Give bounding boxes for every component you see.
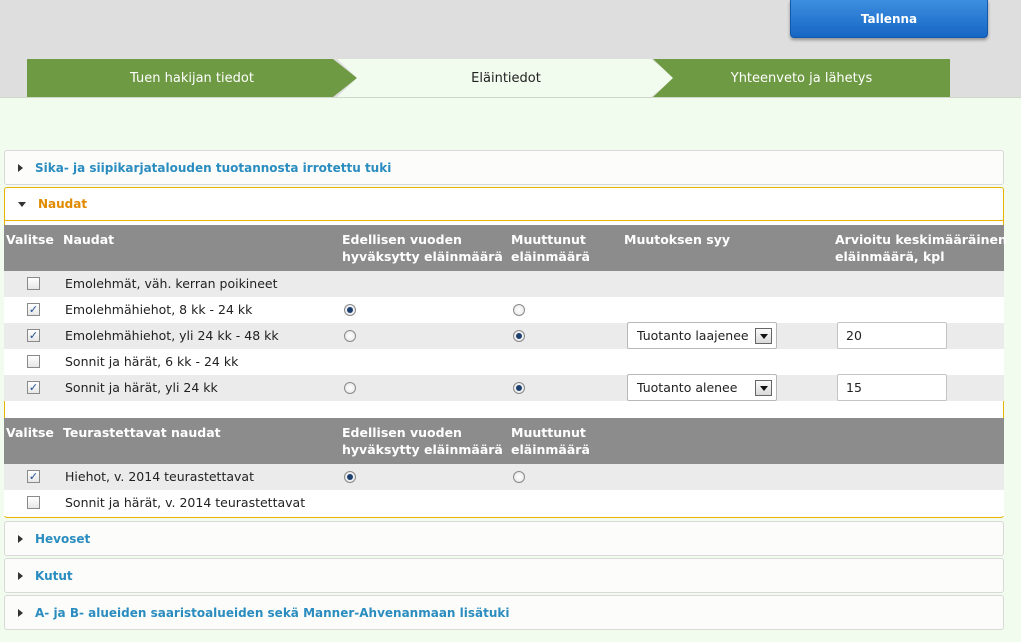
radio-muuttunut[interactable] [513, 382, 525, 394]
step-applicant-info[interactable]: Tuen hakijan tiedot [27, 59, 357, 97]
section-header[interactable]: Hevoset [5, 522, 1003, 555]
cattle-table: Valitse Naudat Edellisen vuoden hyväksytt… [4, 225, 1007, 401]
chevron-down-icon[interactable] [755, 328, 772, 344]
table-row: Emolehmät, väh. kerran poikineet [4, 271, 1004, 297]
table-row: Sonnit ja härät, v. 2014 teurastettavat [4, 490, 1004, 516]
table-row: ✓ Emolehmähiehot, 8 kk - 24 kk [4, 297, 1004, 323]
col-muuttunut: Muuttunut eläinmäärä [511, 425, 590, 457]
caret-down-icon [18, 201, 26, 207]
row-label: Sonnit ja härät, 6 kk - 24 kk [65, 354, 239, 369]
col-arvioitu: Arvioitu keskimääräinen eläinmäärä, kpl [835, 232, 1007, 264]
slaughter-cattle-table: Valitse Teurastettavat naudat Edellisen … [4, 418, 1004, 516]
row-label: Sonnit ja härät, v. 2014 teurastettavat [65, 495, 306, 510]
col-valitse: Valitse [6, 425, 54, 440]
radio-muuttunut[interactable] [513, 471, 525, 483]
section-title: Kutut [35, 568, 73, 583]
caret-right-icon [18, 571, 23, 580]
row-checkbox[interactable]: ✓ [27, 381, 40, 394]
step-label: Eläintiedot [471, 70, 541, 86]
row-label: Emolehmähiehot, yli 24 kk - 48 kk [65, 328, 279, 343]
row-checkbox[interactable] [27, 496, 40, 509]
step-summary-send[interactable]: Yhteenveto ja lähetys [653, 59, 950, 97]
row-checkbox[interactable]: ✓ [27, 329, 40, 342]
radio-edellinen[interactable] [344, 382, 356, 394]
section-sika[interactable]: Sika- ja siipikarjatalouden tuotannosta … [4, 150, 1004, 185]
section-saaristo[interactable]: A- ja B- alueiden saaristoalueiden sekä … [4, 595, 1004, 630]
main-content: Sika- ja siipikarjatalouden tuotannosta … [0, 97, 1021, 642]
table-row: ✓ Emolehmähiehot, yli 24 kk - 48 kk Tuot… [4, 322, 1004, 349]
section-header[interactable]: Sika- ja siipikarjatalouden tuotannosta … [5, 151, 1003, 184]
reason-select[interactable]: Tuotanto laajenee [627, 322, 777, 349]
step-label: Yhteenveto ja lähetys [730, 70, 873, 86]
table-header: Valitse Naudat Edellisen vuoden hyväksytt… [4, 225, 1007, 271]
col-edellinen: Edellisen vuoden hyväksytty eläinmäärä [342, 425, 503, 457]
section-title: Sika- ja siipikarjatalouden tuotannosta … [35, 160, 392, 175]
row-label: Hiehot, v. 2014 teurastettavat [65, 469, 254, 484]
save-button[interactable]: Tallenna [790, 0, 988, 38]
row-checkbox[interactable]: ✓ [27, 303, 40, 316]
step-label: Tuen hakijan tiedot [130, 70, 254, 86]
col-naudat: Naudat [63, 232, 115, 247]
caret-right-icon [18, 608, 23, 617]
amount-input[interactable]: 20 [837, 322, 947, 349]
section-hevoset[interactable]: Hevoset [4, 521, 1004, 556]
row-label: Emolehmät, väh. kerran poikineet [65, 276, 278, 291]
table-header: Valitse Teurastettavat naudat Edellisen … [4, 418, 1004, 464]
top-bar: Tallenna Tuen hakijan tiedot Eläintiedot… [0, 0, 1021, 97]
section-title: A- ja B- alueiden saaristoalueiden sekä … [35, 605, 510, 620]
section-title: Naudat [38, 197, 88, 211]
table-row: ✓ Sonnit ja härät, yli 24 kk Tuotanto al… [4, 374, 1004, 401]
row-checkbox[interactable] [27, 355, 40, 368]
table-row: ✓ Hiehot, v. 2014 teurastettavat [4, 464, 1004, 490]
radio-edellinen[interactable] [344, 304, 356, 316]
section-header[interactable]: Naudat [5, 188, 1003, 221]
reason-select[interactable]: Tuotanto alenee [627, 374, 777, 401]
col-edellinen: Edellisen vuoden hyväksytty eläinmäärä [342, 232, 503, 264]
select-value: Tuotanto alenee [637, 380, 738, 395]
radio-muuttunut[interactable] [513, 330, 525, 342]
step-animal-info[interactable]: Eläintiedot [337, 59, 675, 97]
row-label: Sonnit ja härät, yli 24 kk [65, 380, 218, 395]
section-title: Hevoset [35, 531, 91, 546]
radio-muuttunut[interactable] [513, 304, 525, 316]
row-label: Emolehmähiehot, 8 kk - 24 kk [65, 302, 253, 317]
row-checkbox[interactable] [27, 277, 40, 290]
col-muuttunut: Muuttunut eläinmäärä [511, 232, 590, 264]
section-header[interactable]: A- ja B- alueiden saaristoalueiden sekä … [5, 596, 1003, 629]
caret-right-icon [18, 534, 23, 543]
col-valitse: Valitse [6, 232, 54, 247]
col-naudat: Teurastettavat naudat [63, 425, 221, 440]
amount-input[interactable]: 15 [837, 374, 947, 401]
col-syy: Muutoksen syy [624, 232, 731, 247]
chevron-down-icon[interactable] [755, 380, 772, 396]
wizard-steps: Tuen hakijan tiedot Eläintiedot Yhteenve… [27, 59, 950, 97]
section-kutut[interactable]: Kutut [4, 558, 1004, 593]
radio-edellinen[interactable] [344, 330, 356, 342]
section-header[interactable]: Kutut [5, 559, 1003, 592]
table-row: Sonnit ja härät, 6 kk - 24 kk [4, 349, 1004, 375]
select-value: Tuotanto laajenee [637, 328, 749, 343]
radio-edellinen[interactable] [344, 471, 356, 483]
row-checkbox[interactable]: ✓ [27, 470, 40, 483]
caret-right-icon [18, 163, 23, 172]
